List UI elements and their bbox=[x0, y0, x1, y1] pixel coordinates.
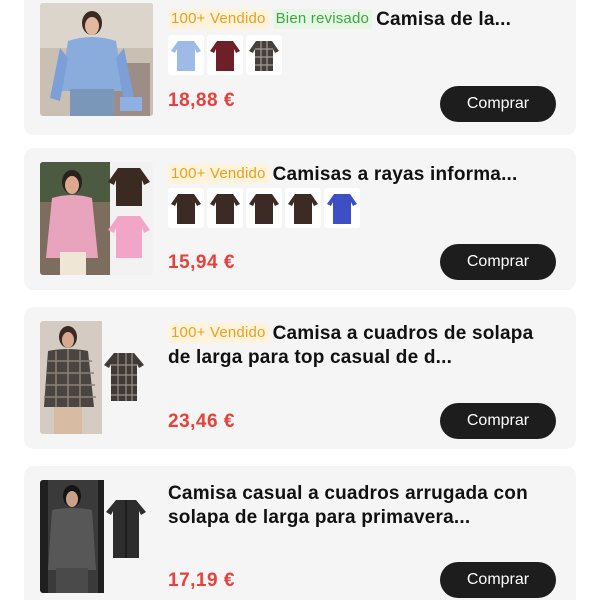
product-thumbnail[interactable] bbox=[40, 480, 153, 593]
buy-button[interactable]: Comprar bbox=[440, 403, 556, 439]
product-title[interactable]: 100+ Vendido Camisas a rayas informa... bbox=[168, 163, 556, 187]
product-title[interactable]: 100+ Vendido Bien revisado Camisa de la... bbox=[168, 8, 556, 32]
variant-thumb-blue-shirt[interactable] bbox=[324, 188, 360, 228]
variant-thumb-brown-shirt[interactable] bbox=[168, 188, 204, 228]
product-title[interactable]: 100+ Vendido Camisa a cuadros de solapa d… bbox=[168, 322, 556, 370]
product-thumbnail[interactable] bbox=[40, 162, 153, 275]
variant-swatches bbox=[168, 188, 363, 228]
product-card[interactable]: 100+ Vendido Camisa a cuadros de solapa d… bbox=[24, 307, 576, 449]
variant-thumb-plaid-jacket[interactable] bbox=[246, 35, 282, 75]
buy-button[interactable]: Comprar bbox=[440, 244, 556, 280]
product-list: 100+ Vendido Bien revisado Camisa de la...… bbox=[0, 0, 600, 600]
sold-badge: 100+ Vendido bbox=[168, 164, 269, 184]
buy-button[interactable]: Comprar bbox=[440, 86, 556, 122]
product-price: 18,88 € bbox=[168, 90, 235, 111]
product-card[interactable]: Camisa casual a cuadros arrugada con sol… bbox=[24, 466, 576, 600]
variant-thumb-brown-shirt[interactable] bbox=[207, 188, 243, 228]
variant-thumb-brown-shirt[interactable] bbox=[285, 188, 321, 228]
buy-button[interactable]: Comprar bbox=[440, 562, 556, 598]
product-title-text: Camisas a rayas informa... bbox=[272, 164, 518, 185]
product-price: 17,19 € bbox=[168, 570, 235, 591]
product-card[interactable]: 100+ Vendido Camisas a rayas informa... 1… bbox=[24, 148, 576, 290]
product-thumbnail[interactable] bbox=[40, 321, 153, 434]
sold-badge: 100+ Vendido bbox=[168, 9, 269, 29]
product-title-text: Camisa casual a cuadros arrugada con sol… bbox=[168, 483, 528, 528]
product-title[interactable]: Camisa casual a cuadros arrugada con sol… bbox=[168, 482, 556, 530]
sold-badge: 100+ Vendido bbox=[168, 323, 269, 343]
review-badge: Bien revisado bbox=[272, 9, 373, 29]
product-price: 23,46 € bbox=[168, 411, 235, 432]
product-thumbnail[interactable] bbox=[40, 3, 153, 116]
variant-thumb-brown-shirt[interactable] bbox=[246, 188, 282, 228]
variant-swatches bbox=[168, 35, 285, 75]
product-title-text: Camisa de la... bbox=[376, 9, 512, 30]
product-price: 15,94 € bbox=[168, 252, 235, 273]
product-card[interactable]: 100+ Vendido Bien revisado Camisa de la...… bbox=[24, 0, 576, 135]
variant-thumb-light-blue-shirt[interactable] bbox=[168, 35, 204, 75]
variant-thumb-burgundy-sweater[interactable] bbox=[207, 35, 243, 75]
